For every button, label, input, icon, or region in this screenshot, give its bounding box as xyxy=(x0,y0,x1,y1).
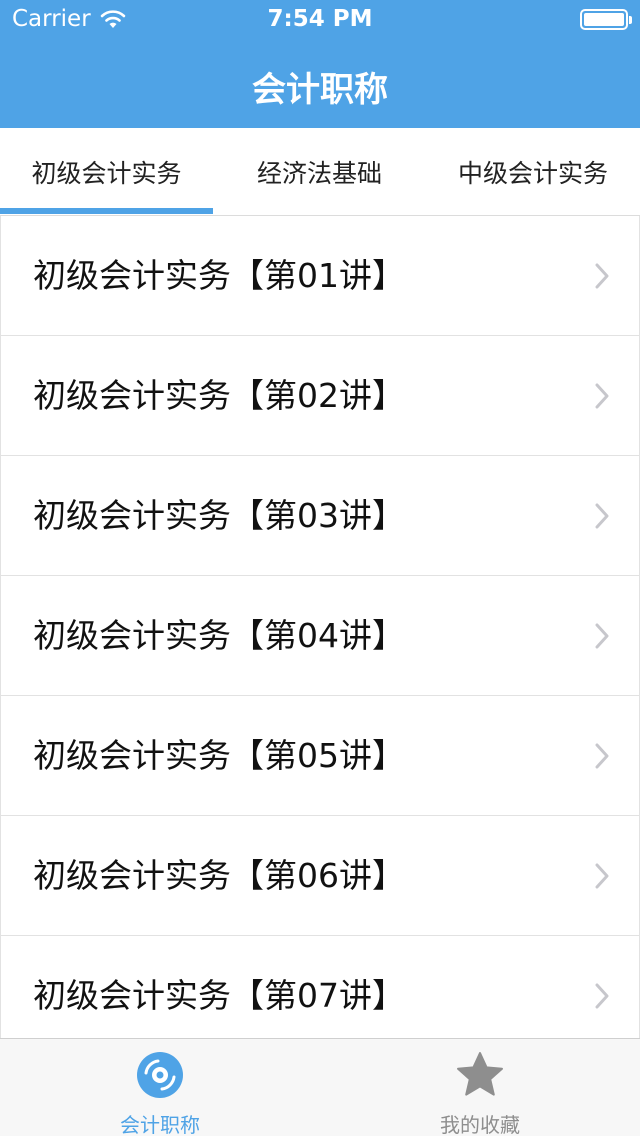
list-item-label: 初级会计实务【第04讲】 xyxy=(33,616,405,655)
tab-label: 中级会计实务 xyxy=(457,159,608,188)
list-item[interactable]: 初级会计实务【第05讲】 xyxy=(0,696,640,816)
tabbar-item-wode-shoucang[interactable]: 我的收藏 xyxy=(320,1039,640,1137)
chevron-right-icon xyxy=(595,863,609,889)
list-item-label: 初级会计实务【第05讲】 xyxy=(33,736,405,775)
tab-label: 初级会计实务 xyxy=(31,159,182,188)
list-item[interactable]: 初级会计实务【第02讲】 xyxy=(0,336,640,456)
chevron-right-icon xyxy=(595,743,609,769)
tab-jingjifa-jichu[interactable]: 经济法基础 xyxy=(213,128,426,216)
tabbar-item-label: 会计职称 xyxy=(120,1113,200,1137)
tab-chuji-kuaiji-shiwu[interactable]: 初级会计实务 xyxy=(0,128,213,216)
list-item[interactable]: 初级会计实务【第03讲】 xyxy=(0,456,640,576)
battery-icon xyxy=(580,9,632,30)
list-item[interactable]: 初级会计实务【第06讲】 xyxy=(0,816,640,936)
tabbar-item-label: 我的收藏 xyxy=(440,1113,520,1137)
header: Carrier 7:54 PM 会计职称 xyxy=(0,0,640,128)
status-time: 7:54 PM xyxy=(267,6,373,32)
chevron-right-icon xyxy=(595,383,609,409)
list-item-label: 初级会计实务【第01讲】 xyxy=(33,256,405,295)
star-icon xyxy=(457,1052,503,1096)
chevron-right-icon xyxy=(595,623,609,649)
list-item-label: 初级会计实务【第07讲】 xyxy=(33,976,405,1015)
disc-icon xyxy=(137,1052,183,1098)
tab-bar: 会计职称 我的收藏 xyxy=(0,1038,640,1137)
list-item-label: 初级会计实务【第06讲】 xyxy=(33,856,405,895)
category-tabs: 初级会计实务 经济法基础 中级会计实务 xyxy=(0,128,640,216)
chevron-right-icon xyxy=(595,263,609,289)
tab-zhongji-kuaiji-shiwu[interactable]: 中级会计实务 xyxy=(426,128,640,216)
chevron-right-icon xyxy=(595,983,609,1009)
list-item[interactable]: 初级会计实务【第01讲】 xyxy=(0,216,640,336)
page-title: 会计职称 xyxy=(252,70,388,110)
tab-label: 经济法基础 xyxy=(256,159,382,188)
tabbar-item-kuaiji-zhicheng[interactable]: 会计职称 xyxy=(0,1039,320,1137)
list-item-label: 初级会计实务【第02讲】 xyxy=(33,376,405,415)
selected-tab-indicator xyxy=(0,208,213,214)
list-item-label: 初级会计实务【第03讲】 xyxy=(33,496,405,535)
status-bar: Carrier 7:54 PM xyxy=(0,0,640,40)
list-item[interactable]: 初级会计实务【第07讲】 xyxy=(0,936,640,1038)
lecture-list[interactable]: 初级会计实务【第01讲】 初级会计实务【第02讲】 初级会计实务【第03讲】 初… xyxy=(0,216,640,1038)
chevron-right-icon xyxy=(595,503,609,529)
list-item[interactable]: 初级会计实务【第04讲】 xyxy=(0,576,640,696)
